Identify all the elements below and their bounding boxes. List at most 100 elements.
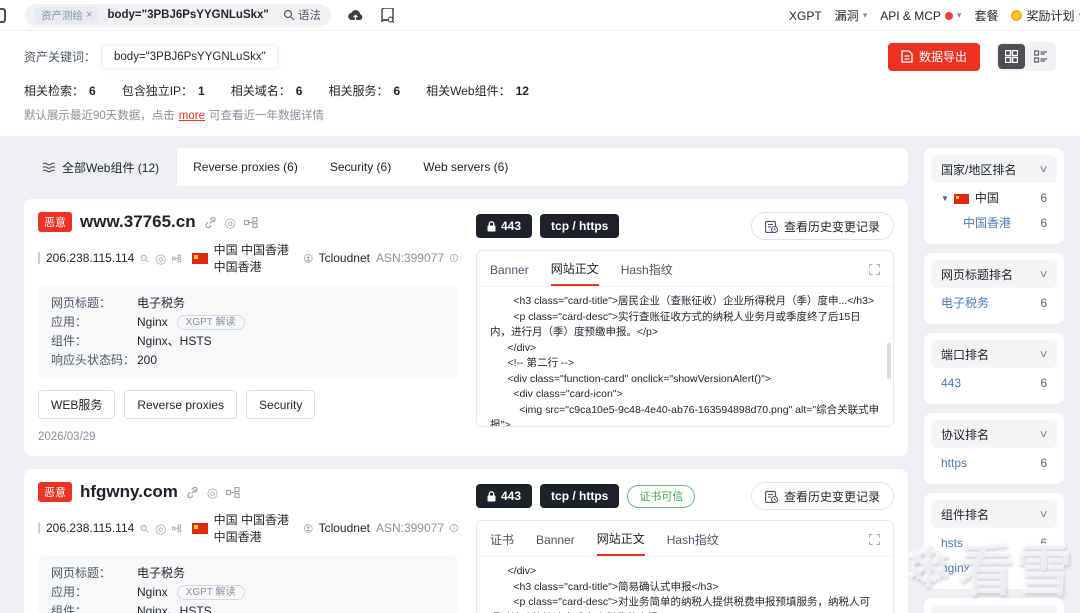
ip-address[interactable]: 206.238.115.114 [46,251,134,265]
asset-fields: 网页标题： 电子税务 应用： Nginx XGPT 解读 组件： Nginx、H… [38,556,458,613]
protocol-badge[interactable]: tcp / https [540,214,620,238]
history-button[interactable]: 查看历史变更记录 [750,212,894,240]
site-title[interactable]: hfgwny.com [80,482,178,502]
tab-security[interactable]: Security (6) [314,160,407,174]
asn-number[interactable]: ASN:399077 [376,251,444,265]
geo-location: 中国 中国香港 中国香港 [213,243,289,274]
graph-icon[interactable] [172,253,182,264]
panel-header[interactable]: 网页标题排名 ∨ [931,260,1057,288]
panel-header[interactable]: 国家/地区排名 ∨ [931,155,1057,183]
history-button[interactable]: 查看历史变更记录 [750,482,894,510]
target-icon[interactable]: ◎ [155,252,166,265]
target-icon[interactable]: ◎ [155,522,166,535]
asn-number[interactable]: ASN:399077 [376,521,444,535]
ranking-sidebar: 国家/地区排名 ∨ ▼ 中国 6 中国香港 6 网页标题排名 ∨ 电子税务 6 … [924,148,1064,613]
protocol-badge[interactable]: tcp / https [540,484,620,508]
web-body-code: <h3 class="card-title">居民企业（查账征收）企业所得税月（… [490,295,880,426]
search-plus-icon[interactable] [140,252,149,265]
panel-header[interactable]: 组件排名 ∨ [931,500,1057,528]
graph-icon[interactable] [172,523,182,534]
search-query-text[interactable]: body="3PBJ6PsYYGNLuSkx" [107,9,268,21]
tab-reverse-proxies[interactable]: Reverse proxies (6) [177,160,314,174]
chevron-down-icon: ∨ [1038,163,1049,175]
cloud-upload-icon[interactable] [347,8,364,22]
grid-view-icon[interactable] [998,44,1025,69]
graph-icon[interactable] [226,486,240,498]
service-tag-button[interactable]: Reverse proxies [124,390,238,419]
geo-location: 中国 中国香港 中国香港 [213,513,289,544]
ip-address[interactable]: 206.238.115.114 [46,521,134,535]
panel-tab-webbody[interactable]: 网站正文 [596,530,645,556]
nav-item[interactable]: XGPT [789,9,822,23]
xgpt-explain-badge[interactable]: XGPT 解读 [176,585,245,600]
link-icon[interactable] [204,216,217,229]
asset-card-2: 恶意 hfgwny.com ◎ 206.238.115.114 ◎ 中国 中国香… [24,469,908,613]
target-icon[interactable]: ◎ [225,216,236,229]
site-title[interactable]: www.37765.cn [80,212,196,232]
graph-icon[interactable] [243,216,258,228]
china-flag-icon [191,522,208,534]
asset-survey-tag[interactable]: 资产测绘 × [35,6,99,24]
scrollbar-thumb[interactable] [887,343,891,379]
panel-header[interactable]: 协议排名 ∨ [931,420,1057,448]
service-tag-button[interactable]: Security [246,390,316,419]
tab-web-servers[interactable]: Web servers (6) [407,160,524,174]
field-row: 响应头状态码： 200 [51,353,158,367]
nav-item[interactable]: API & MCP ▾ [880,9,961,23]
info-icon[interactable] [450,522,458,534]
tab-all-web-components[interactable]: 全部Web组件 (12) [24,148,178,186]
tag-close-icon[interactable]: × [86,9,92,21]
more-link[interactable]: more [179,110,205,122]
rank-row[interactable]: https 6 [934,451,1054,476]
panel-header[interactable]: 端口排名 ∨ [931,340,1057,368]
org-name[interactable]: Tcloudnet [319,251,370,265]
list-view-icon[interactable] [1027,44,1054,69]
panel-header[interactable]: 应用排名 ∨ [931,605,1057,613]
xgpt-explain-badge[interactable]: XGPT 解读 [176,315,245,330]
chevron-down-icon: ∨ [1038,428,1049,440]
org-icon [304,253,313,263]
rank-row[interactable]: nginx 6 [934,556,1054,581]
rank-row[interactable]: hsts 6 [934,531,1054,556]
rank-row[interactable]: ▼ 中国 6 [934,186,1054,211]
target-icon[interactable]: ◎ [207,486,218,499]
panel-tab-webbody[interactable]: 网站正文 [550,260,599,286]
field-row: 组件： Nginx、HSTS [51,604,212,613]
service-tag-button[interactable]: WEB服务 [38,390,116,419]
code-viewport[interactable]: <h3 class="card-title">居民企业（查账征收）企业所得税月（… [477,286,893,426]
rank-row[interactable]: 443 6 [934,371,1054,396]
data-export-button[interactable]: 数据导出 [887,42,980,71]
tree-caret-icon[interactable]: ▼ [941,186,949,211]
info-icon[interactable] [450,252,458,264]
port-badge[interactable]: 443 [476,214,533,238]
org-name[interactable]: Tcloudnet [319,521,370,535]
chevron-down-icon: ∨ [1038,508,1049,520]
search-input[interactable]: 资产测绘 × body="3PBJ6PsYYGNLuSkx" 语法 [25,3,331,27]
rank-row[interactable]: 中国香港 6 [934,211,1054,236]
link-icon[interactable] [186,486,199,499]
lock-icon [487,490,496,501]
panel-tab-banner[interactable]: Banner [490,263,529,284]
panel-tab-banner[interactable]: Banner [536,533,575,554]
rank-row[interactable]: 电子税务 6 [934,291,1054,316]
cert-trusted-badge[interactable]: 证书可信 [627,484,696,508]
book-search-icon[interactable] [380,7,396,23]
app-rank-panel: 应用排名 ∨ nginx 6 [924,598,1064,613]
expand-icon[interactable] [869,534,880,552]
panel-tab-hash[interactable]: Hash指纹 [667,531,719,555]
code-viewport[interactable]: </div> <h3 class="card-title">简易确认式申报</h… [477,556,893,613]
history-icon [764,220,778,233]
search-plus-icon[interactable] [140,522,149,535]
nav-item[interactable]: 套餐 [974,7,998,24]
topbar: 资产测绘 × body="3PBJ6PsYYGNLuSkx" 语法 XGPT 漏… [0,0,1080,31]
syntax-button[interactable]: 语法 [283,7,321,23]
keyword-value-box[interactable]: body="3PBJ6PsYYGNLuSkx" [102,44,278,69]
clipped-logo-icon [0,8,6,23]
panel-tab-hash[interactable]: Hash指纹 [621,261,673,285]
view-toggle [996,42,1056,71]
port-badge[interactable]: 443 [476,484,533,508]
nav-item[interactable]: 奖励计划 ▾ [1011,7,1080,24]
expand-icon[interactable] [869,264,880,282]
nav-item[interactable]: 漏洞 ▾ [835,7,868,24]
panel-tab-cert[interactable]: 证书 [490,531,514,555]
